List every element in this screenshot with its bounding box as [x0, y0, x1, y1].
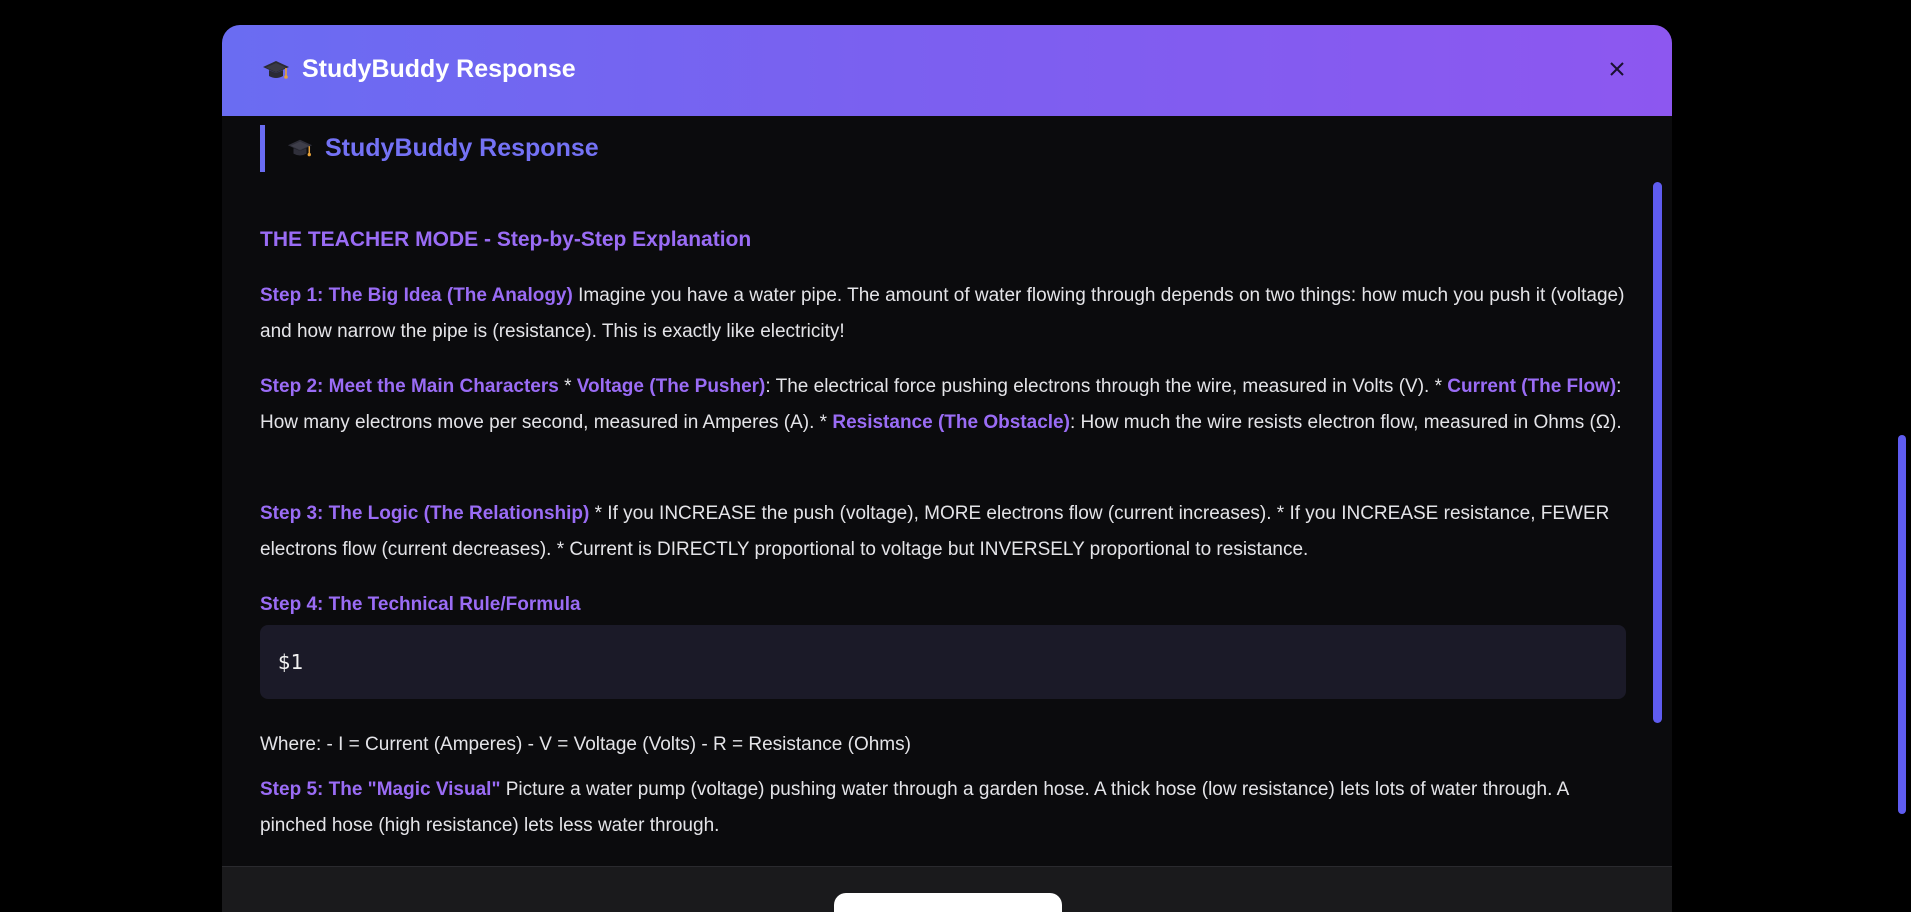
- response-heading-text: StudyBuddy Response: [325, 134, 599, 162]
- content-scrollbar[interactable]: [1653, 182, 1662, 856]
- modal-title: StudyBuddy Response: [302, 55, 576, 83]
- voltage-text: : The electrical force pushing electrons…: [765, 376, 1448, 397]
- resistance-label: Resistance (The Obstacle): [832, 412, 1070, 433]
- step-3-paragraph: Step 3: The Logic (The Relationship) * I…: [260, 496, 1632, 568]
- content-scrollbar-thumb[interactable]: [1653, 182, 1662, 723]
- step-2-paragraph: Step 2: Meet the Main Characters * Volta…: [260, 369, 1632, 441]
- step-4-label: Step 4: The Technical Rule/Formula: [260, 594, 581, 615]
- response-content[interactable]: StudyBuddy Response THE TEACHER MODE - S…: [222, 116, 1672, 866]
- modal-header: StudyBuddy Response: [222, 25, 1672, 116]
- resistance-text: : How much the wire resists electron flo…: [1069, 412, 1622, 433]
- step-5-label: Step 5: The "Magic Visual": [260, 779, 501, 800]
- page-scrollbar-thumb[interactable]: [1898, 435, 1906, 814]
- response-modal: StudyBuddy Response StudyBuddy Response …: [222, 25, 1672, 912]
- step-4-paragraph: Step 4: The Technical Rule/Formula: [260, 587, 1632, 623]
- graduation-cap-icon: [263, 61, 289, 79]
- step-3-label: Step 3: The Logic (The Relationship): [260, 503, 590, 524]
- mode-title: THE TEACHER MODE - Step-by-Step Explanat…: [260, 228, 752, 251]
- current-label: Current (The Flow): [1447, 376, 1617, 397]
- response-heading: StudyBuddy Response: [260, 125, 599, 172]
- step-2-separator: *: [558, 376, 577, 397]
- step-2-label: Step 2: Meet the Main Characters: [260, 376, 559, 397]
- formula-code-text: $1: [278, 650, 304, 674]
- step-5-paragraph: Step 5: The "Magic Visual" Picture a wat…: [260, 772, 1632, 844]
- voltage-label: Voltage (The Pusher): [576, 376, 766, 397]
- step-1-paragraph: Step 1: The Big Idea (The Analogy) Imagi…: [260, 278, 1632, 350]
- where-paragraph: Where: - I = Current (Amperes) - V = Vol…: [260, 727, 1632, 763]
- step-1-label: Step 1: The Big Idea (The Analogy): [260, 285, 573, 306]
- where-text: Where: - I = Current (Amperes) - V = Vol…: [260, 734, 911, 755]
- close-button[interactable]: [1602, 54, 1632, 84]
- graduation-cap-icon: [287, 139, 313, 156]
- modal-footer: [222, 866, 1672, 912]
- footer-button[interactable]: [834, 893, 1062, 912]
- formula-code-block: $1: [260, 625, 1626, 699]
- close-icon: [1610, 62, 1624, 76]
